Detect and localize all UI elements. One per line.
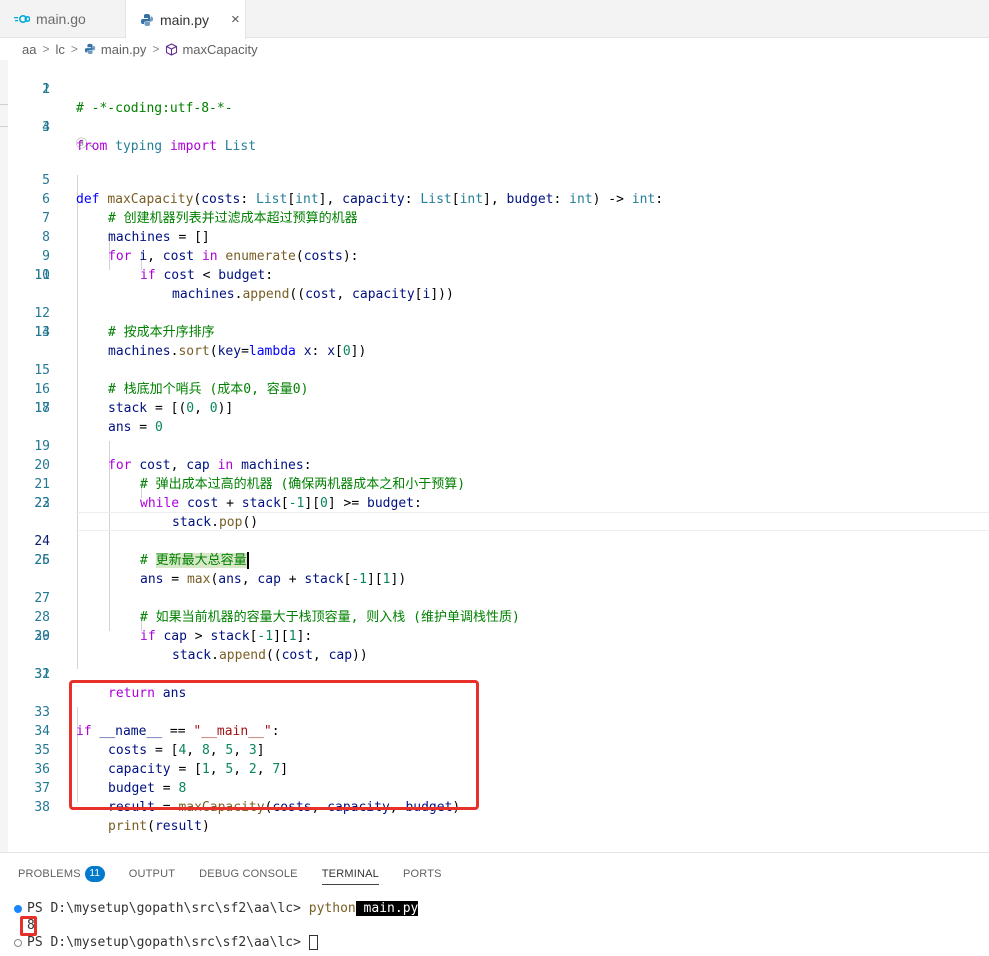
command-pending-dot[interactable] xyxy=(14,939,22,947)
code-line: 7 machines = [] xyxy=(42,211,210,245)
problems-count-badge: 11 xyxy=(84,866,105,882)
close-icon[interactable]: × xyxy=(231,11,240,28)
code-line: 12 # 按成本升序排序 xyxy=(34,306,215,340)
code-line: 15 # 栈底加个哨兵 (成本0, 容量0) xyxy=(34,363,309,397)
code-line: 5 def maxCapacity(costs: List[int], capa… xyxy=(42,173,664,207)
tab-label: main.py xyxy=(160,11,210,28)
code-line: 19 for cost, cap in machines: xyxy=(34,439,312,473)
code-line: 27 # 如果当前机器的容量大于栈顶容量, 则入栈 (维护单调栈性质) xyxy=(34,591,520,625)
breadcrumb: aa > lc > main.py > maxCapacity xyxy=(0,38,989,60)
go-file-icon xyxy=(14,11,30,27)
breadcrumb-item-lc[interactable]: lc xyxy=(55,42,64,57)
breadcrumb-item-aa[interactable]: aa xyxy=(22,42,36,57)
code-line: 14 xyxy=(34,325,50,340)
code-line: 17 ans = 0 xyxy=(34,401,163,435)
code-line: 26 xyxy=(34,553,50,568)
chevron-right-icon: > xyxy=(70,42,78,56)
panel-tab-bar: PROBLEMS 11 OUTPUT DEBUG CONSOLE TERMINA… xyxy=(18,861,466,887)
code-line: 25 ans = max(ans, cap + stack[-1][1]) xyxy=(34,553,407,587)
tab-label: main.go xyxy=(36,11,86,27)
code-line: 23 xyxy=(34,496,50,511)
code-line: 6 # 创建机器列表并过滤成本超过预算的机器 xyxy=(42,192,358,226)
breadcrumb-item-file[interactable]: main.py xyxy=(101,42,147,57)
terminal-cursor xyxy=(308,935,318,950)
code-line: 1 # -*-coding:utf-8-*- xyxy=(42,82,233,116)
code-line: 20 # 弹出成本过高的机器 (确保两机器成本之和小于预算) xyxy=(34,458,466,492)
code-line: 8 for i, cost in enumerate(costs): xyxy=(42,230,359,264)
breadcrumb-item-function[interactable]: maxCapacity xyxy=(182,42,257,57)
tab-output[interactable]: OUTPUT xyxy=(129,864,175,884)
tab-debug-console[interactable]: DEBUG CONSOLE xyxy=(199,864,298,884)
code-line: 2 xyxy=(42,82,50,97)
code-line: 22 stack.pop() xyxy=(34,496,259,530)
terminal-prompt[interactable]: PS D:\mysetup\gopath\src\sf2\aa\lc> xyxy=(27,934,318,952)
terminal-line: PS D:\mysetup\gopath\src\sf2\aa\lc> pyth… xyxy=(27,901,419,916)
tab-ports[interactable]: PORTS xyxy=(403,864,442,884)
code-line: 30 xyxy=(34,629,50,644)
code-line: 28 if cap > stack[-1][1]: xyxy=(34,610,313,644)
tab-main-go[interactable]: main.go xyxy=(0,0,126,38)
python-file-icon xyxy=(140,12,154,28)
code-line: 4 xyxy=(42,120,50,135)
code-line: 13 machines.sort(key=lambda x: x[0]) xyxy=(34,325,367,359)
tab-main-py[interactable]: main.py × xyxy=(126,0,246,39)
code-line: 21 while cost + stack[-1][0] >= budget: xyxy=(34,477,422,511)
code-line-current: 24 # 更新最大总容量 xyxy=(34,534,249,569)
code-line: 18 xyxy=(34,401,50,416)
code-line: 11 xyxy=(34,268,50,283)
code-line: 10 machines.append((cost, capacity[i])) xyxy=(34,268,454,302)
cube-symbol-icon xyxy=(165,42,178,56)
editor-tab-bar: main.go main.py × xyxy=(0,0,989,39)
code-line: 31 return ans xyxy=(34,667,187,701)
annotation-highlight-box xyxy=(69,680,479,810)
chevron-right-icon: > xyxy=(42,42,50,56)
tab-problems[interactable]: PROBLEMS 11 xyxy=(18,862,105,886)
python-file-icon xyxy=(84,43,97,56)
code-line: 3 from typing import List xyxy=(42,120,257,154)
chevron-right-icon: > xyxy=(152,42,160,56)
code-line: 9 if cost < budget: xyxy=(42,249,274,283)
code-line: 16 stack = [(0, 0)] xyxy=(34,382,234,416)
code-editor[interactable]: 1 # -*-coding:utf-8-*- 2 3 from typing i… xyxy=(0,60,989,852)
tab-terminal[interactable]: TERMINAL xyxy=(321,864,379,885)
annotation-output-box xyxy=(20,916,37,936)
code-line: 29 stack.append((cost, cap)) xyxy=(34,629,368,663)
command-success-dot[interactable] xyxy=(14,905,22,913)
